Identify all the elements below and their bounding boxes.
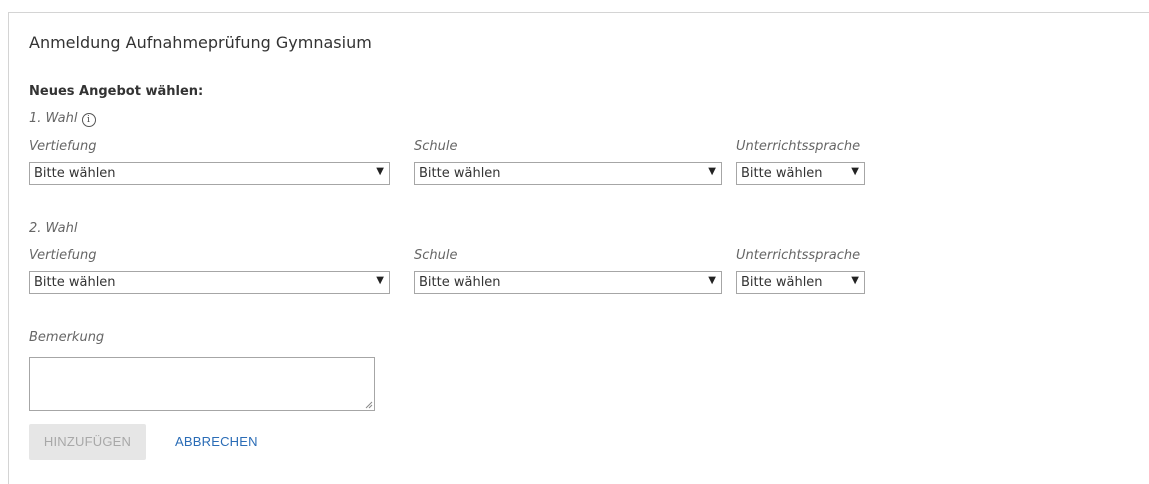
remark-label: Bemerkung (29, 330, 105, 345)
choice2-vertiefung-label: Vertiefung (29, 248, 97, 263)
choice2-label: 2. Wahl (29, 221, 78, 236)
choice1-sprache-select[interactable]: Bitte wählen ▼ (736, 162, 865, 185)
resize-handle-icon[interactable] (365, 401, 373, 409)
choice1-schule-value: Bitte wählen (419, 166, 501, 181)
dropdown-caret-icon: ▼ (708, 166, 716, 177)
add-button[interactable]: HINZUFÜGEN (29, 424, 146, 460)
choice2-vertiefung-value: Bitte wählen (34, 275, 116, 290)
cancel-button[interactable]: ABBRECHEN (175, 424, 258, 460)
choice2-sprache-label: Unterrichtssprache (736, 248, 861, 263)
dropdown-caret-icon: ▼ (851, 275, 859, 286)
choice1-schule-select[interactable]: Bitte wählen ▼ (414, 162, 722, 185)
choice1-vertiefung-label: Vertiefung (29, 139, 97, 154)
info-icon[interactable]: i (81, 113, 96, 127)
choice2-schule-value: Bitte wählen (419, 275, 501, 290)
choice2-schule-label: Schule (414, 248, 458, 263)
choice1-label-row: 1. Wahl i (29, 111, 96, 127)
choice2-sprache-select[interactable]: Bitte wählen ▼ (736, 271, 865, 294)
choice1-schule-label: Schule (414, 139, 458, 154)
section-heading: Neues Angebot wählen: (29, 84, 204, 99)
choice2-sprache-value: Bitte wählen (741, 275, 823, 290)
choice1-vertiefung-select[interactable]: Bitte wählen ▼ (29, 162, 390, 185)
dropdown-caret-icon: ▼ (376, 166, 384, 177)
form-panel (8, 12, 1149, 484)
choice2-vertiefung-select[interactable]: Bitte wählen ▼ (29, 271, 390, 294)
choice1-vertiefung-value: Bitte wählen (34, 166, 116, 181)
form-title: Anmeldung Aufnahmeprüfung Gymnasium (29, 33, 372, 52)
dropdown-caret-icon: ▼ (708, 275, 716, 286)
choice1-sprache-label: Unterrichtssprache (736, 139, 861, 154)
choice1-sprache-value: Bitte wählen (741, 166, 823, 181)
choice2-schule-select[interactable]: Bitte wählen ▼ (414, 271, 722, 294)
dropdown-caret-icon: ▼ (376, 275, 384, 286)
remark-textarea[interactable] (29, 357, 375, 411)
choice1-label: 1. Wahl (29, 111, 78, 126)
dropdown-caret-icon: ▼ (851, 166, 859, 177)
